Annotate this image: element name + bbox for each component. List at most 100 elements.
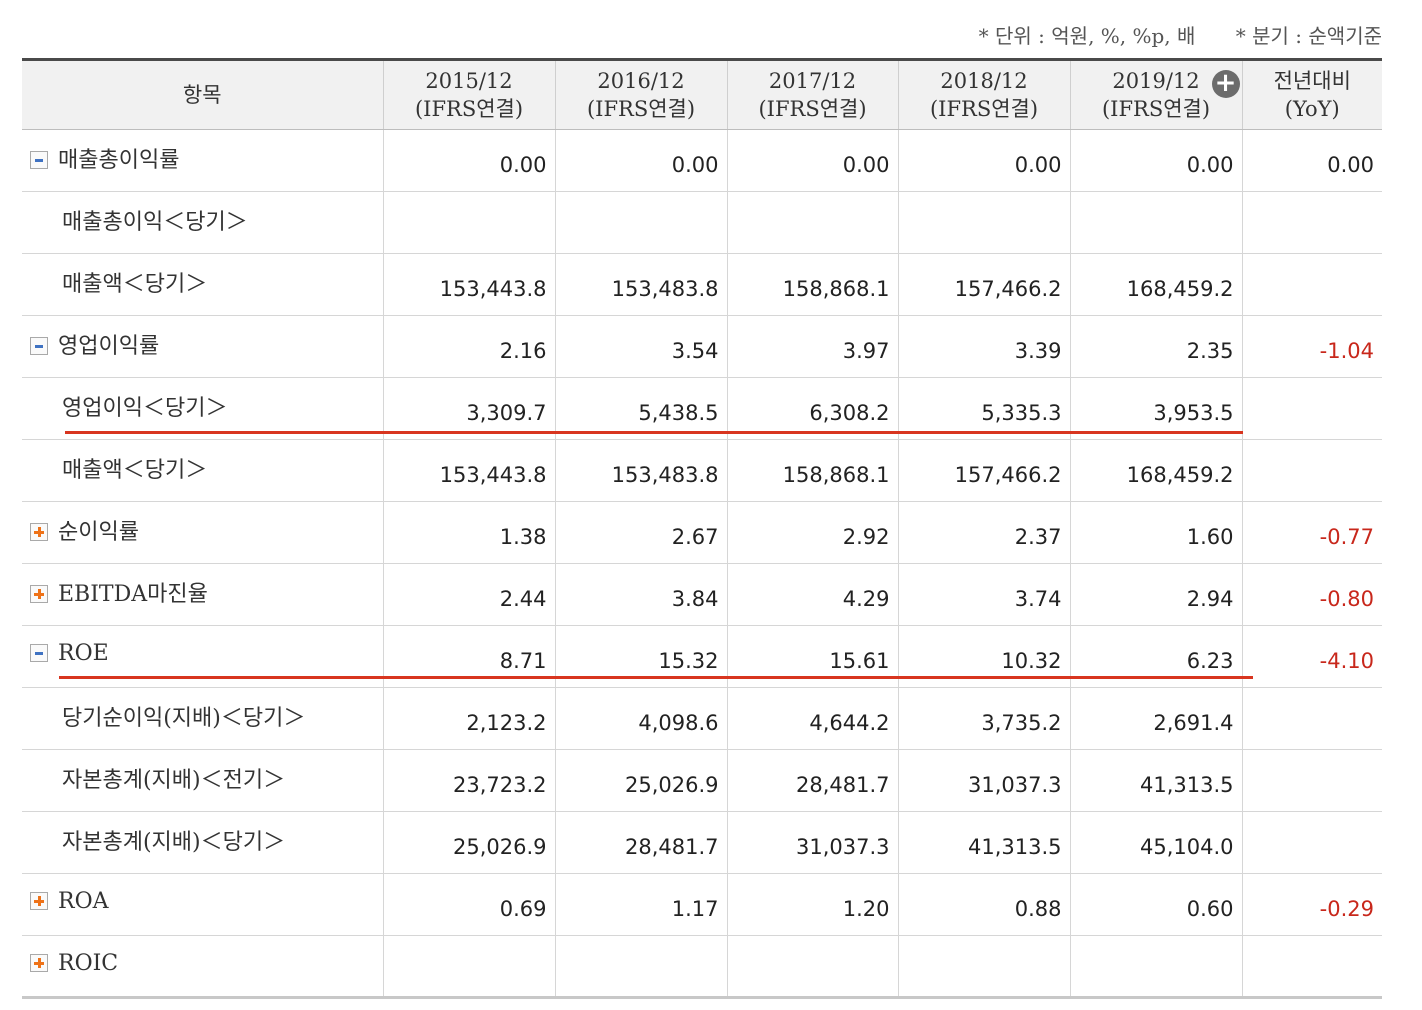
row-label-cell[interactable]: 영업이익률	[22, 315, 383, 378]
value-cell: 2.16	[382, 315, 555, 378]
row-label-cell[interactable]: ROA	[22, 873, 383, 936]
value-cell: 3.54	[554, 315, 727, 378]
value-cell: 31,037.3	[726, 811, 898, 874]
value-cell: 0.60	[1069, 873, 1242, 936]
value-cell: 0.00	[382, 129, 555, 192]
value-cell: 3,735.2	[897, 687, 1070, 750]
value-cell: 153,483.8	[554, 253, 727, 316]
plus-circle-icon[interactable]: +	[1211, 70, 1240, 98]
row-label-cell[interactable]: ROIC	[22, 935, 383, 999]
value-cell	[897, 935, 1070, 999]
value-cell: 25,026.9	[382, 811, 555, 874]
financial-ratio-table-wrapper: 항목 2015/12 (IFRS연결) 2016/12 (IFRS연결) 2017/…	[22, 58, 1382, 999]
value-cell: 1.38	[382, 501, 555, 564]
row-label-cell: 당기순이익(지배)＜당기＞	[22, 687, 383, 750]
value-cell: 0.69	[382, 873, 555, 936]
notes: * 단위 : 억원, %, %p, 배 * 분기 : 순액기준	[979, 20, 1382, 49]
operating-profit-underline	[65, 431, 1243, 434]
value-cell: 2,123.2	[382, 687, 555, 750]
row-label-cell: 매출총이익＜당기＞	[22, 191, 383, 254]
row-label-cell[interactable]: 순이익률	[22, 501, 383, 564]
value-cell: 28,481.7	[554, 811, 727, 874]
value-cell: 157,466.2	[897, 253, 1070, 316]
row-label: 매출총이익＜당기＞	[62, 209, 248, 235]
table-row: 매출액＜당기＞ 153,443.8 153,483.8 158,868.1 157,46…	[22, 439, 1382, 502]
value-cell: 158,868.1	[726, 439, 898, 502]
value-cell: 0.00	[1069, 129, 1242, 192]
value-cell: 0.00	[554, 129, 727, 192]
column-header-period: 2015/12 (IFRS연결)	[382, 58, 555, 130]
table-row: 자본총계(지배)＜전기＞ 23,723.2 25,026.9 28,481.7 31,0…	[22, 749, 1382, 812]
value-cell: 1.60	[1069, 501, 1242, 564]
collapse-minus-icon[interactable]	[30, 150, 48, 169]
expand-plus-icon[interactable]	[30, 953, 48, 972]
row-label: 영업이익＜당기＞	[62, 395, 228, 421]
row-label: 자본총계(지배)＜전기＞	[62, 767, 286, 793]
yoy-cell	[1241, 253, 1382, 316]
row-label: ROE	[58, 641, 109, 666]
value-cell: 2.35	[1069, 315, 1242, 378]
value-cell	[382, 935, 555, 999]
value-cell: 153,443.8	[382, 439, 555, 502]
row-label-cell[interactable]: EBITDA마진율	[22, 563, 383, 626]
row-label: 매출총이익률	[58, 147, 180, 173]
table-row: 매출총이익률 0.00 0.00 0.00 0.00 0.00 0.00	[22, 129, 1382, 192]
yoy-cell: 0.00	[1241, 129, 1382, 192]
expand-plus-icon[interactable]	[30, 584, 48, 603]
table-row: 매출액＜당기＞ 153,443.8 153,483.8 158,868.1 157,46…	[22, 253, 1382, 316]
value-cell: 168,459.2	[1069, 253, 1242, 316]
table-row: ROA 0.69 1.17 1.20 0.88 0.60 -0.29	[22, 873, 1382, 936]
value-cell: 3.74	[897, 563, 1070, 626]
collapse-minus-icon[interactable]	[30, 336, 48, 355]
value-cell: 2.44	[382, 563, 555, 626]
yoy-cell	[1241, 749, 1382, 812]
collapse-minus-icon[interactable]	[30, 644, 48, 662]
value-cell: 153,443.8	[382, 253, 555, 316]
yoy-cell	[1241, 687, 1382, 750]
yoy-cell: -0.29	[1241, 873, 1382, 936]
value-cell: 45,104.0	[1069, 811, 1242, 874]
value-cell: 2.37	[897, 501, 1070, 564]
financial-ratio-table: 항목 2015/12 (IFRS연결) 2016/12 (IFRS연결) 2017/…	[22, 58, 1382, 999]
row-label: ROA	[58, 889, 109, 914]
row-label-cell[interactable]: 매출총이익률	[22, 129, 383, 192]
row-label-cell: 매출액＜당기＞	[22, 439, 383, 502]
yoy-cell: -1.04	[1241, 315, 1382, 378]
value-cell: 2.94	[1069, 563, 1242, 626]
value-cell: 3.84	[554, 563, 727, 626]
value-cell	[1069, 191, 1242, 254]
yoy-cell: -4.10	[1241, 625, 1382, 688]
quarter-note: * 분기 : 순액기준	[1235, 24, 1382, 48]
value-cell: 0.88	[897, 873, 1070, 936]
column-header-period: 2016/12 (IFRS연결)	[554, 58, 727, 130]
value-cell	[726, 191, 898, 254]
column-header-yoy: 전년대비 (YoY)	[1241, 58, 1382, 130]
value-cell	[726, 935, 898, 999]
value-cell: 28,481.7	[726, 749, 898, 812]
value-cell: 41,313.5	[897, 811, 1070, 874]
value-cell: 2.67	[554, 501, 727, 564]
value-cell: 153,483.8	[554, 439, 727, 502]
row-label: 당기순이익(지배)＜당기＞	[62, 705, 306, 731]
expand-plus-icon[interactable]	[30, 892, 48, 910]
value-cell: 4,098.6	[554, 687, 727, 750]
value-cell: 3.39	[897, 315, 1070, 378]
table-row: 영업이익률 2.16 3.54 3.97 3.39 2.35 -1.04	[22, 315, 1382, 378]
value-cell	[554, 935, 727, 999]
value-cell: 0.00	[897, 129, 1070, 192]
row-label-cell: 매출액＜당기＞	[22, 253, 383, 316]
value-cell: 3.97	[726, 315, 898, 378]
value-cell: 2.92	[726, 501, 898, 564]
roe-underline	[59, 676, 1253, 679]
expand-plus-icon[interactable]	[30, 522, 48, 541]
table-row: ROIC	[22, 935, 1382, 999]
value-cell: 25,026.9	[554, 749, 727, 812]
yoy-cell	[1241, 439, 1382, 502]
yoy-cell	[1241, 811, 1382, 874]
table-row: 순이익률 1.38 2.67 2.92 2.37 1.60 -0.77	[22, 501, 1382, 564]
yoy-cell	[1241, 935, 1382, 999]
value-cell: 1.20	[726, 873, 898, 936]
value-cell: 1.17	[554, 873, 727, 936]
row-label-cell: 자본총계(지배)＜전기＞	[22, 749, 383, 812]
row-label-cell: 자본총계(지배)＜당기＞	[22, 811, 383, 874]
